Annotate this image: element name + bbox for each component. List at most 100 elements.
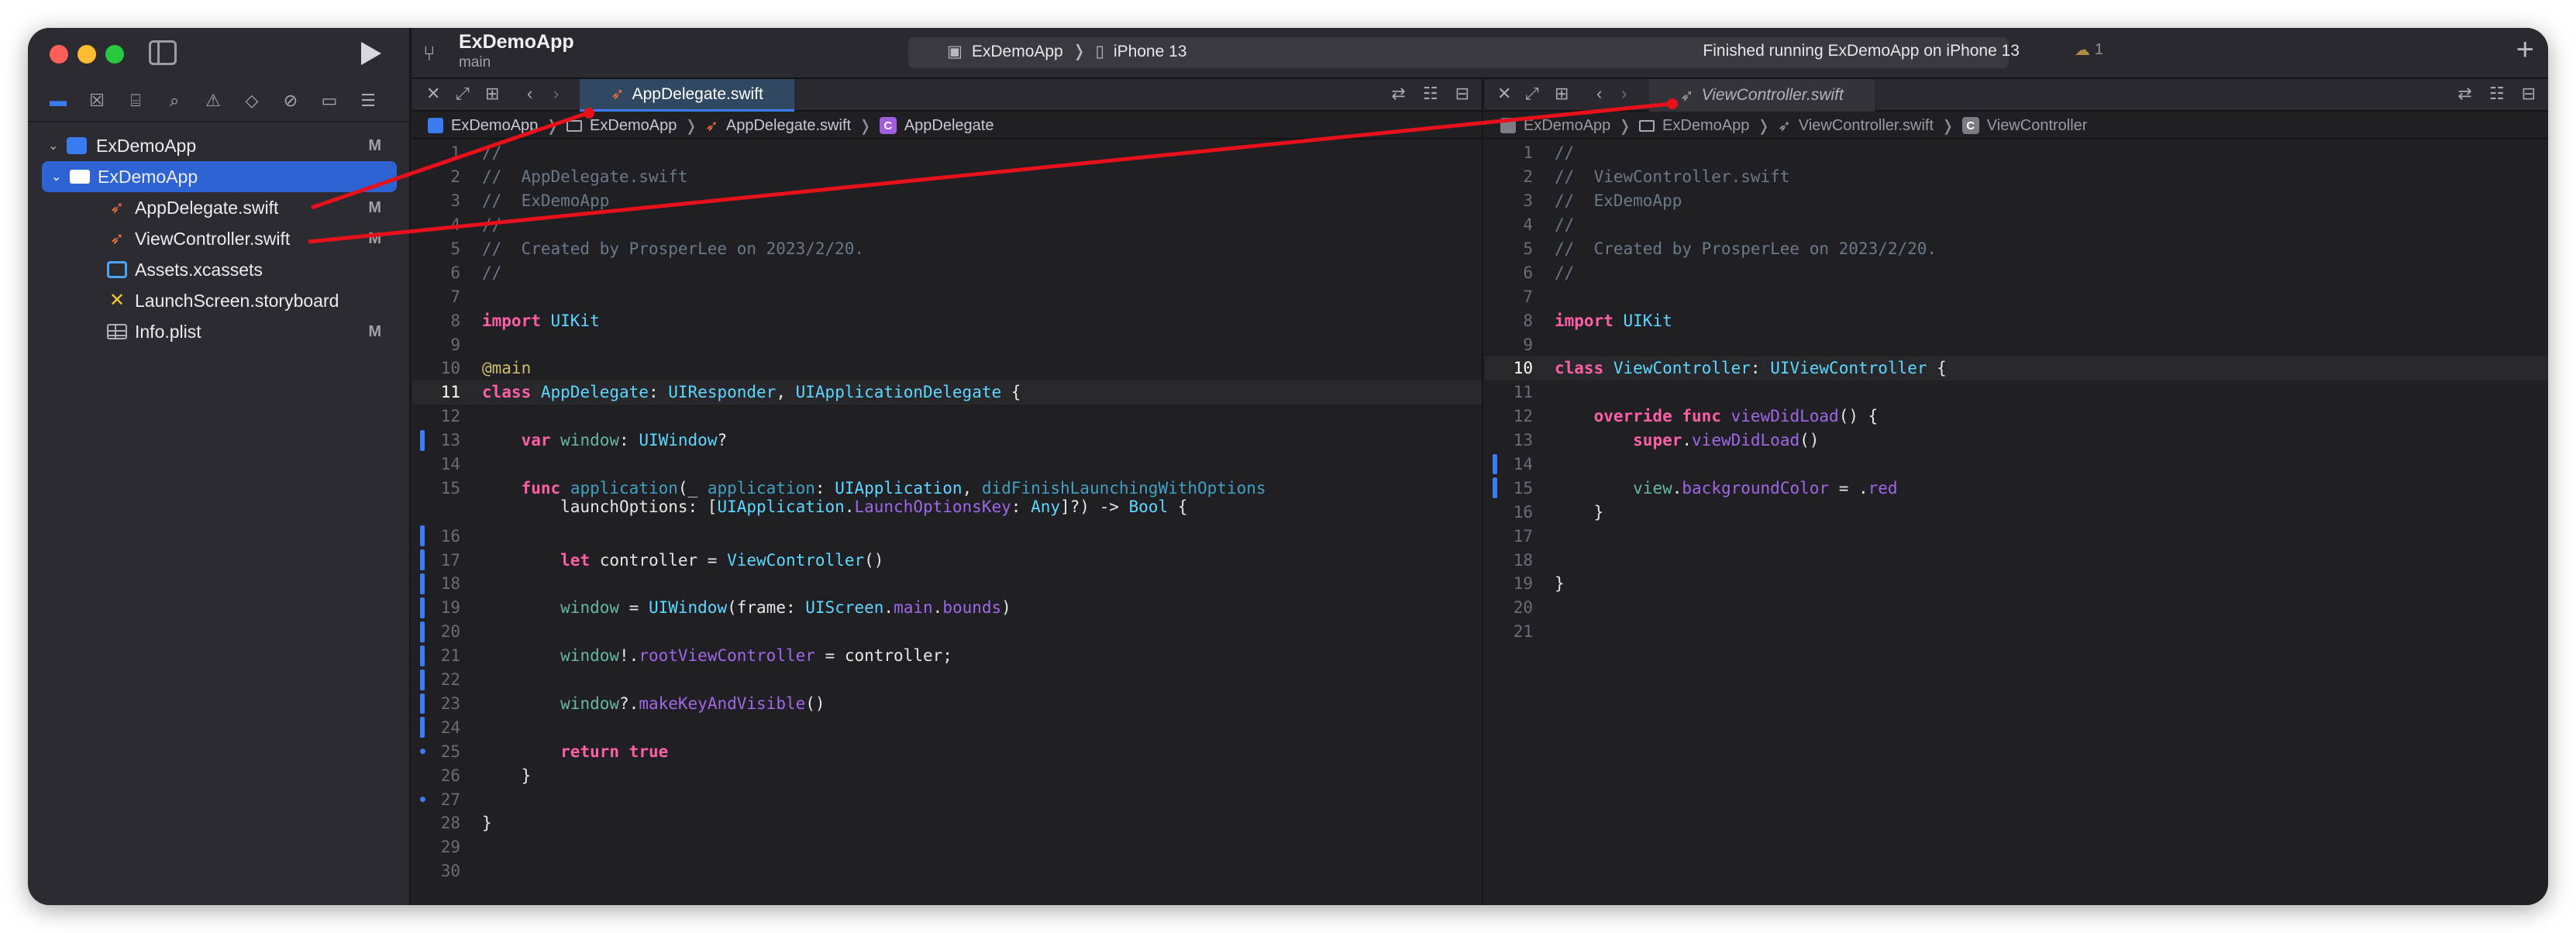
breakpoint-icon[interactable]: ▭ [310,84,349,118]
tab-viewcontroller[interactable]: ➶ ViewController.swift [1649,79,1875,112]
code-text[interactable]: func application(_ application: UIApplic… [482,479,1266,516]
code-line[interactable]: 21 [1485,620,2548,644]
breadcrumb-item[interactable]: ViewController [1987,117,2088,135]
code-line[interactable]: 9 [412,332,1482,356]
code-text[interactable]: window = UIWindow(frame: UIScreen.main.b… [482,598,1011,617]
report-icon[interactable]: ☰ [349,84,387,118]
back-icon[interactable]: ‹ [527,84,532,104]
zoom-window-button[interactable] [105,45,124,64]
code-line[interactable]: 4 // [1485,213,2548,237]
code-text[interactable]: // AppDelegate.swift [482,167,688,186]
code-line[interactable]: 17 [1485,524,2548,548]
adjust-icon[interactable]: ☷ [2489,84,2505,104]
code-text[interactable]: window?.makeKeyAndVisible() [482,694,825,713]
swap-icon[interactable]: ⇄ [1391,84,1405,104]
code-line[interactable]: 3 // ExDemoApp [412,189,1482,213]
code-line[interactable]: 30 [412,859,1482,883]
code-line[interactable]: 20 [412,620,1482,644]
line-number[interactable]: 10 [412,359,460,377]
minimize-window-button[interactable] [77,45,96,64]
tree-item-file[interactable]: Assets.xcassets [28,254,411,285]
line-number[interactable]: 19 [1485,574,1533,593]
tree-item-group[interactable]: ⌄ ExDemoApp [42,161,397,192]
code-text[interactable]: return true [482,742,668,761]
chevron-down-icon[interactable]: ⌄ [51,169,61,184]
back-icon[interactable]: ‹ [1596,84,1602,104]
code-line[interactable]: 17 let controller = ViewController() [412,548,1482,572]
line-number[interactable]: 2 [1485,167,1533,186]
line-number[interactable]: 3 [1485,191,1533,210]
code-line[interactable]: 24 [412,715,1482,739]
code-text[interactable]: @main [482,359,531,377]
line-number[interactable]: 20 [1485,598,1533,617]
code-line[interactable]: 21 window!.rootViewController = controll… [412,644,1482,668]
scheme-device[interactable]: iPhone 13 [1114,43,1187,61]
chevron-down-icon[interactable]: ⌄ [48,138,58,153]
code-line[interactable]: 14 [412,453,1482,477]
code-line[interactable]: 8 import UIKit [412,308,1482,332]
expand-icon[interactable]: ⤢ [1525,84,1539,104]
code-text[interactable]: view.backgroundColor = .red [1555,479,1897,497]
test-icon[interactable]: ◇ [232,84,271,118]
code-text[interactable]: // [482,263,501,282]
code-line[interactable]: 12 override func viewDidLoad() { [1485,405,2548,429]
line-number[interactable]: 4 [1485,215,1533,234]
breadcrumb-item[interactable]: ExDemoApp [1524,117,1610,135]
code-line[interactable]: 8 import UIKit [1485,308,2548,332]
code-line[interactable]: 15 view.backgroundColor = .red [1485,476,2548,500]
code-line[interactable]: 2 // ViewController.swift [1485,165,2548,189]
code-line[interactable]: 15 func application(_ application: UIApp… [412,476,1482,524]
code-line[interactable]: 14 [1485,453,2548,477]
code-text[interactable]: let controller = ViewController() [482,551,883,570]
code-text[interactable]: class ViewController: UIViewController { [1555,359,1947,377]
code-text[interactable]: } [482,814,492,832]
code-area[interactable]: 1 // 2 // ViewController.swift 3 // ExDemoApp… [1485,141,2548,644]
line-number[interactable]: 7 [412,287,460,306]
add-editor-icon[interactable]: ⊟ [1455,84,1469,104]
symbol-icon[interactable]: ⌸ [116,84,155,118]
code-text[interactable]: super.viewDidLoad() [1555,431,1819,449]
code-text[interactable]: // Created by ProsperLee on 2023/2/20. [1555,239,1937,258]
line-number[interactable]: 28 [412,814,460,832]
line-number[interactable]: 29 [412,838,460,856]
breadcrumb-item[interactable]: ExDemoApp [451,117,538,135]
code-text[interactable]: } [1555,574,1565,593]
code-line[interactable]: 19 window = UIWindow(frame: UIScreen.mai… [412,596,1482,620]
code-line[interactable]: 5 // Created by ProsperLee on 2023/2/20. [412,237,1482,261]
line-number[interactable]: 6 [412,263,460,282]
code-text[interactable]: import UIKit [1555,312,1672,330]
line-number[interactable]: 15 [412,479,460,497]
search-icon[interactable]: ⌕ [155,84,194,118]
close-icon[interactable]: ✕ [426,84,440,104]
source-control-icon[interactable]: ☒ [77,84,116,118]
line-number[interactable]: 8 [1485,312,1533,330]
code-line[interactable]: 6 // [412,260,1482,284]
code-line[interactable]: 4 // [412,213,1482,237]
breadcrumb-item[interactable]: ViewController.swift [1799,117,1934,135]
code-line[interactable]: 25 return true [412,739,1482,763]
code-line[interactable]: 26 } [412,763,1482,787]
code-line[interactable]: 6 // [1485,260,2548,284]
code-text[interactable]: // [482,143,501,162]
tree-item-file[interactable]: ➶ AppDelegate.swift M [28,192,411,223]
code-text[interactable]: // [482,215,501,234]
close-icon[interactable]: ✕ [1497,84,1511,104]
line-number[interactable]: 4 [412,215,460,234]
code-text[interactable]: class AppDelegate: UIResponder, UIApplic… [482,383,1021,401]
line-number[interactable]: 1 [1485,143,1533,162]
code-line[interactable]: 29 [412,835,1482,859]
warning-indicator[interactable]: ☁ 1 [2075,40,2103,60]
scheme-target[interactable]: ExDemoApp [972,43,1063,61]
tree-item-project[interactable]: ⌄ ExDemoApp M [28,130,411,161]
code-text[interactable]: var window: UIWindow? [482,431,728,449]
expand-icon[interactable]: ⤢ [456,84,470,104]
line-number[interactable]: 11 [412,383,460,401]
code-text[interactable]: // [1555,263,1574,282]
branch-icon[interactable]: ⑂ [423,42,436,66]
line-number[interactable]: 9 [412,336,460,354]
code-line[interactable]: 22 [412,668,1482,692]
line-number[interactable]: 21 [1485,622,1533,641]
line-number[interactable]: 17 [1485,527,1533,546]
line-number[interactable]: 2 [412,167,460,186]
code-line[interactable]: 9 [1485,332,2548,356]
